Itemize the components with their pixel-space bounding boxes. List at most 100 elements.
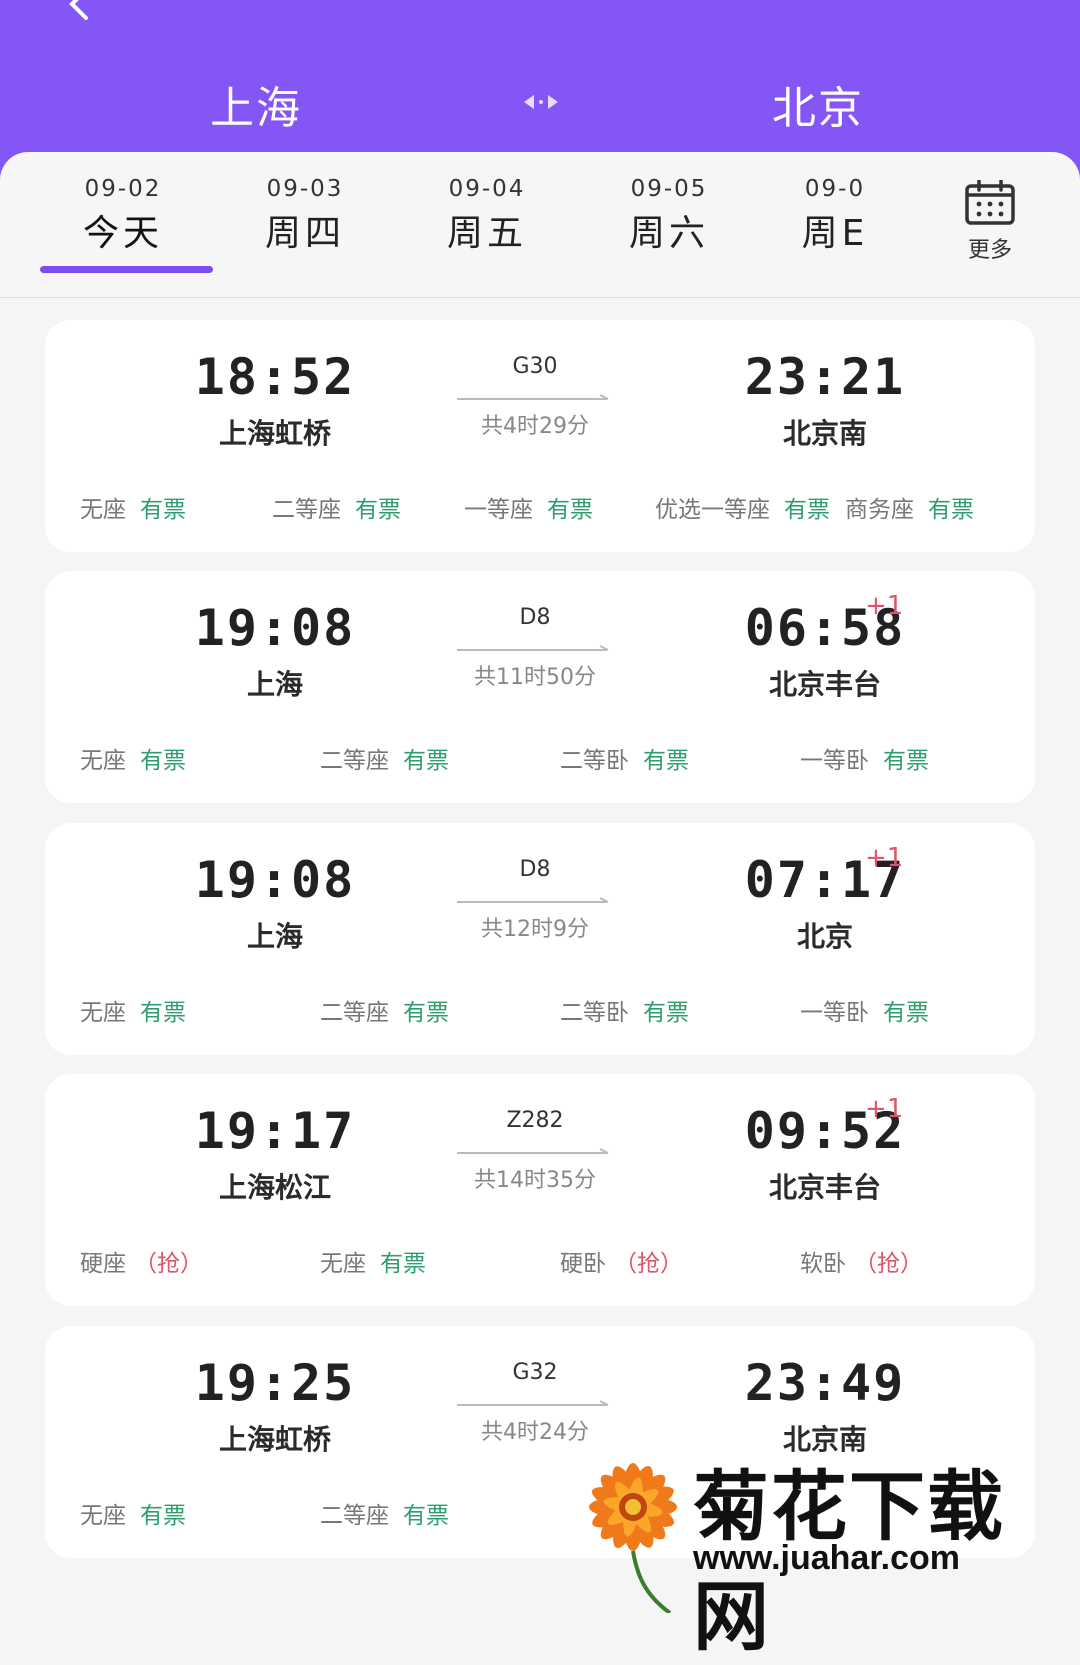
seat-status: 有票 xyxy=(380,1251,426,1277)
departure-time: 19:25 xyxy=(194,1354,356,1412)
seat-type: 无座 xyxy=(320,1251,366,1277)
seat-type: 无座 xyxy=(80,1503,126,1529)
seat-status: 有票 xyxy=(140,1000,186,1026)
seat-item[interactable]: 无座 有票 xyxy=(80,1496,186,1530)
seat-type: 硬座 xyxy=(80,1251,126,1277)
date-tab[interactable]: 09-05 周六 xyxy=(574,176,764,256)
more-label: 更多 xyxy=(967,238,1012,263)
seat-type: 商务座 xyxy=(845,497,914,523)
seat-status: 有票 xyxy=(883,1000,929,1026)
seat-status: 有票 xyxy=(643,1000,689,1026)
seat-availability-row: 无座 有票 二等座 有票 二等卧 有票 一等卧 有票 xyxy=(45,741,1035,781)
direction-arrow-icon xyxy=(457,897,609,903)
seat-item[interactable]: 商务座 有票 xyxy=(845,490,974,524)
train-card[interactable]: 19:08 上海 D8 共12时9分 07:17 +1 北京 无座 有票 二等座有… xyxy=(45,823,1035,1055)
departure-station: 上海虹桥 xyxy=(218,1423,331,1456)
seat-type: 无座 xyxy=(80,497,126,523)
weekday-label: 周四 xyxy=(264,213,345,254)
trip-duration: 共14时35分 xyxy=(474,1168,596,1193)
arrival-station: 北京南 xyxy=(782,417,867,450)
seat-status: 有票 xyxy=(883,748,929,774)
trip-duration: 共12时9分 xyxy=(481,917,589,942)
back-arrow-icon[interactable] xyxy=(62,0,98,22)
seat-item[interactable]: 无座 有票 xyxy=(80,993,186,1027)
seat-status: 有票 xyxy=(403,1000,449,1026)
direction-arrow-icon xyxy=(457,1148,609,1154)
date-label: 09-03 xyxy=(266,176,344,202)
trip-duration: 共4时24分 xyxy=(481,1420,589,1445)
seat-status: 有票 xyxy=(403,1503,449,1529)
seat-item[interactable]: 二等座 有票 xyxy=(320,741,449,775)
calendar-icon xyxy=(965,179,1015,225)
train-number: D8 xyxy=(519,605,551,630)
arrival-time: 07:17 xyxy=(744,851,906,909)
seat-status: 有票 xyxy=(547,497,593,523)
seat-item[interactable]: 二等座 有票 xyxy=(320,993,449,1027)
seat-status: 有票 xyxy=(140,497,186,523)
to-city[interactable]: 北京 xyxy=(772,72,864,136)
seat-type: 一等座 xyxy=(464,497,533,523)
date-tab[interactable]: 09-02 今天 xyxy=(28,176,218,256)
seat-availability-row: 无座 有票 二等座 有票 一等座 有票 优选一等座 有票 商务座 有票 xyxy=(45,490,1035,530)
seat-status: （抢） xyxy=(134,1251,203,1277)
seat-status: 有票 xyxy=(140,1503,186,1529)
seat-item[interactable]: 无座 有票 xyxy=(80,741,186,775)
train-number: G30 xyxy=(512,354,558,379)
train-card[interactable]: 19:17 上海松江 Z282 共14时35分 09:52 +1 北京丰台 硬座… xyxy=(45,1074,1035,1306)
arrival-time: 09:52 xyxy=(744,1102,906,1160)
seat-type: 软卧 xyxy=(800,1251,846,1277)
seat-item[interactable]: 硬卧 （抢） xyxy=(560,1244,683,1278)
departure-station: 上海虹桥 xyxy=(218,417,331,450)
date-tab[interactable]: 09-03 周四 xyxy=(210,176,400,256)
departure-time: 19:08 xyxy=(194,851,356,909)
date-label: 09-04 xyxy=(448,176,526,202)
next-day-badge: +1 xyxy=(865,1094,904,1124)
date-tab[interactable]: 09-04 周五 xyxy=(392,176,582,256)
seat-type: 一等卧 xyxy=(800,748,869,774)
direction-arrow-icon xyxy=(457,1400,609,1406)
departure-time: 18:52 xyxy=(194,348,356,406)
train-number: Z282 xyxy=(506,1108,564,1133)
weekday-label: 今天 xyxy=(82,213,163,254)
seat-item[interactable]: 无座 有票 xyxy=(320,1244,426,1278)
seat-availability-row: 无座 有票 二等座 有票 二等卧 有票 一等卧 有票 xyxy=(45,993,1035,1033)
train-card[interactable]: 19:08 上海 D8 共11时50分 06:58 +1 北京丰台 无座 有票 二… xyxy=(45,571,1035,803)
arrival-time: 23:49 xyxy=(744,1354,906,1412)
date-tab[interactable]: 09-0 周E xyxy=(770,176,900,256)
seat-item[interactable]: 优选一等座 有票 xyxy=(655,490,830,524)
seat-item[interactable]: 一等卧 有票 xyxy=(800,993,929,1027)
seat-type: 二等座 xyxy=(272,497,341,523)
arrival-station: 北京丰台 xyxy=(768,1171,881,1204)
seat-item[interactable]: 一等座 有票 xyxy=(464,490,593,524)
watermark-url: www.juahar.com xyxy=(693,1539,961,1577)
seat-type: 二等座 xyxy=(320,1503,389,1529)
departure-station: 上海 xyxy=(246,920,303,953)
seat-status: 有票 xyxy=(355,497,401,523)
seat-item[interactable]: 二等座 有票 xyxy=(320,1496,449,1530)
flower-logo-icon xyxy=(589,1463,677,1613)
seat-type: 二等卧 xyxy=(560,1000,629,1026)
seat-status: 有票 xyxy=(928,497,974,523)
seat-item[interactable]: 二等卧 有票 xyxy=(560,993,689,1027)
date-label: 09-02 xyxy=(84,176,162,202)
seat-item[interactable]: 一等卧 有票 xyxy=(800,741,929,775)
seat-type: 二等座 xyxy=(320,1000,389,1026)
date-selector: 09-02 今天 09-03 周四 09-04 周五 09-05 周六 09-0… xyxy=(0,152,1080,298)
seat-item[interactable]: 二等座 有票 xyxy=(272,490,401,524)
from-city[interactable]: 上海 xyxy=(210,72,302,136)
seat-item[interactable]: 软卧 （抢） xyxy=(800,1244,923,1278)
seat-type: 二等座 xyxy=(320,748,389,774)
more-dates-button[interactable]: 更多 xyxy=(955,179,1025,264)
seat-availability-row: 硬座 （抢） 无座 有票 硬卧 （抢） 软卧 （抢） xyxy=(45,1244,1035,1284)
seat-item[interactable]: 无座 有票 xyxy=(80,490,186,524)
weekday-label: 周五 xyxy=(446,213,527,254)
seat-item[interactable]: 硬座 （抢） xyxy=(80,1244,203,1278)
train-card[interactable]: 18:52 上海虹桥 G30 共4时29分 23:21 北京南 无座 有票 二等座… xyxy=(45,320,1035,552)
seat-item[interactable]: 二等卧 有票 xyxy=(560,741,689,775)
seat-type: 一等卧 xyxy=(800,1000,869,1026)
train-number: G32 xyxy=(512,1360,558,1385)
swap-icon[interactable] xyxy=(522,90,560,114)
trip-duration: 共4时29分 xyxy=(481,414,589,439)
train-number: D8 xyxy=(519,857,551,882)
departure-station: 上海松江 xyxy=(218,1171,331,1204)
